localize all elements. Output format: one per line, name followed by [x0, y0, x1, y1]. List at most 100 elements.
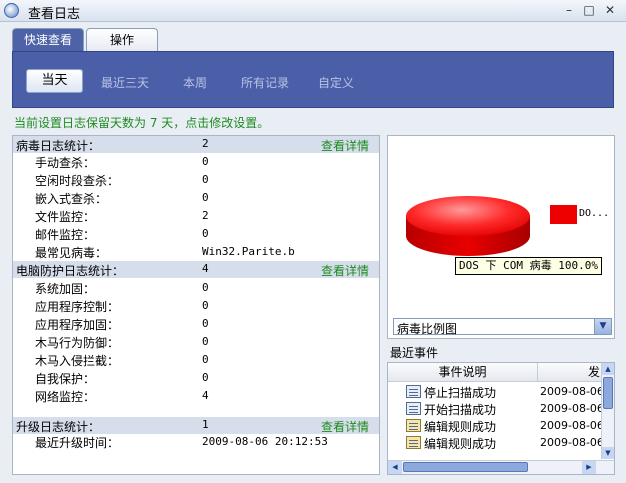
shield-rule-icon	[406, 436, 421, 449]
stat-label: 应用程序控制：	[35, 300, 120, 314]
stat-label: 系统加固：	[35, 282, 96, 296]
scroll-up-icon[interactable]: ▲	[602, 363, 614, 375]
stat-value: 0	[202, 353, 209, 366]
stat-row: 网络监控： 4	[13, 387, 379, 405]
event-text: 编辑规则成功	[424, 437, 497, 451]
stat-value: 0	[202, 227, 209, 240]
stat-row: 嵌入式查杀： 0	[13, 189, 379, 207]
event-row[interactable]: 停止扫描成功 2009-08-06	[388, 383, 604, 400]
pie-tooltip: DOS 下 COM 病毒 100.0%	[455, 257, 602, 275]
stat-row: 最常见病毒： Win32.Parite.b	[13, 243, 379, 261]
event-date: 2009-08-06	[540, 402, 604, 415]
upgrade-log-header: 升级日志统计： 1 查看详情	[13, 417, 379, 434]
filter-today-button[interactable]: 当天	[26, 69, 83, 93]
virus-log-count: 2	[202, 137, 209, 150]
stat-label: 最近升级时间：	[35, 436, 120, 450]
stat-value: 0	[202, 299, 209, 312]
antivirus-app-icon	[4, 3, 19, 18]
tab-quick-view[interactable]: 快速查看	[12, 28, 84, 52]
event-text: 开始扫描成功	[424, 403, 497, 417]
stat-label: 木马行为防御：	[35, 336, 120, 350]
event-text: 停止扫描成功	[424, 386, 497, 400]
filter-this-week[interactable]: 本周	[183, 74, 207, 91]
horizontal-scrollbar[interactable]: ◀ ▶	[388, 460, 614, 474]
stat-label: 应用程序加固：	[35, 318, 120, 332]
virus-log-title: 病毒日志统计：	[16, 139, 101, 153]
stat-value: 0	[202, 335, 209, 348]
log-stats-panel: 病毒日志统计： 2 查看详情 手动查杀： 0 空闲时段查杀： 0 嵌入式查杀： 0 文…	[12, 135, 380, 475]
protection-log-header: 电脑防护日志统计： 4 查看详情	[13, 261, 379, 278]
title-bar: 查看日志 – □ ✕	[0, 0, 626, 22]
stat-row: 最近升级时间： 2009-08-06 20:12:53	[13, 433, 379, 451]
chart-type-select[interactable]: 病毒比例图 ▼	[393, 318, 612, 336]
horizontal-scroll-thumb[interactable]	[403, 462, 528, 472]
stat-row: 空闲时段查杀： 0	[13, 171, 379, 189]
log-doc-icon	[406, 385, 421, 398]
recent-events-title: 最近事件	[390, 346, 439, 360]
virus-log-details-link[interactable]: 查看详情	[321, 137, 369, 154]
close-button[interactable]: ✕	[601, 2, 619, 18]
scroll-left-icon[interactable]: ◀	[388, 461, 402, 474]
column-header-description[interactable]: 事件说明	[388, 363, 538, 382]
stat-label: 嵌入式查杀：	[35, 192, 108, 206]
event-text: 编辑规则成功	[424, 420, 497, 434]
protection-log-details-link[interactable]: 查看详情	[321, 262, 369, 279]
protection-log-title: 电脑防护日志统计：	[16, 264, 125, 278]
stat-row: 自我保护： 0	[13, 369, 379, 387]
stat-row: 系统加固： 0	[13, 279, 379, 297]
stat-value: 4	[202, 389, 209, 402]
stat-row: 木马行为防御： 0	[13, 333, 379, 351]
event-row[interactable]: 编辑规则成功 2009-08-06	[388, 417, 604, 434]
stat-row: 文件监控： 2	[13, 207, 379, 225]
shield-rule-icon	[406, 419, 421, 432]
stat-row: 手动查杀： 0	[13, 153, 379, 171]
vertical-scroll-thumb[interactable]	[603, 377, 613, 409]
stat-row: 木马入侵拦截： 0	[13, 351, 379, 369]
virus-log-header: 病毒日志统计： 2 查看详情	[13, 136, 379, 153]
stat-label: 文件监控：	[35, 210, 96, 224]
stat-value: 0	[202, 317, 209, 330]
filter-all-records[interactable]: 所有记录	[241, 74, 289, 91]
stat-label: 网络监控：	[35, 390, 96, 404]
chevron-down-icon[interactable]: ▼	[594, 319, 611, 334]
pie-chart	[406, 196, 530, 256]
stat-value: Win32.Parite.b	[202, 245, 295, 258]
time-filter-bar: 当天 最近三天 本周 所有记录 自定义	[12, 51, 614, 108]
upgrade-log-count: 1	[202, 418, 209, 431]
event-row[interactable]: 开始扫描成功 2009-08-06	[388, 400, 604, 417]
protection-log-count: 4	[202, 262, 209, 275]
event-date: 2009-08-06	[540, 385, 604, 398]
chart-type-value: 病毒比例图	[397, 322, 458, 336]
event-date: 2009-08-06	[540, 419, 604, 432]
scroll-down-icon[interactable]: ▼	[602, 447, 614, 459]
stat-row: 应用程序加固： 0	[13, 315, 379, 333]
event-date: 2009-08-06	[540, 436, 604, 449]
log-doc-icon	[406, 402, 421, 415]
stat-value: 2009-08-06 20:12:53	[202, 435, 328, 448]
stat-value: 2	[202, 209, 209, 222]
filter-last-three-days[interactable]: 最近三天	[101, 74, 149, 91]
minimize-button[interactable]: –	[560, 2, 578, 18]
scroll-right-icon[interactable]: ▶	[582, 461, 596, 474]
stat-label: 手动查杀：	[35, 156, 96, 170]
pie-slice-dos-com-virus	[406, 196, 530, 236]
stat-label: 木马入侵拦截：	[35, 354, 120, 368]
virus-ratio-chart-panel: DO... DOS 下 COM 病毒 100.0% 病毒比例图 ▼	[387, 135, 615, 339]
stat-value: 0	[202, 173, 209, 186]
retention-settings-link[interactable]: 当前设置日志保留天数为 7 天，点击修改设置。	[14, 114, 269, 131]
vertical-scrollbar[interactable]: ▲ ▼	[601, 363, 614, 459]
legend-label: DO...	[579, 208, 610, 219]
stat-label: 最常见病毒：	[35, 246, 108, 260]
maximize-button[interactable]: □	[580, 2, 598, 18]
stat-value: 0	[202, 155, 209, 168]
stat-label: 邮件监控：	[35, 228, 96, 242]
stat-value: 0	[202, 281, 209, 294]
legend-swatch	[550, 205, 577, 224]
events-header: 事件说明 发	[388, 363, 614, 382]
event-row[interactable]: 编辑规则成功 2009-08-06	[388, 434, 604, 451]
stat-value: 0	[202, 371, 209, 384]
filter-custom[interactable]: 自定义	[318, 74, 354, 91]
column-header-date[interactable]: 发	[540, 363, 600, 382]
recent-events-list: 事件说明 发 停止扫描成功 2009-08-06 开始扫描成功 2009-08-…	[387, 362, 615, 475]
tab-operations[interactable]: 操作	[86, 28, 158, 52]
